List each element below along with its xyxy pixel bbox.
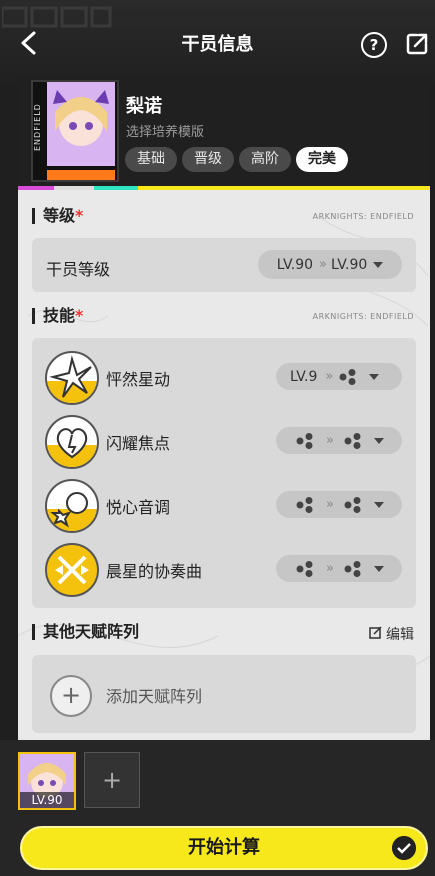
selected-operator-thumbnail[interactable]: LV.90 [18, 752, 76, 810]
add-talent-icon: + [50, 675, 92, 717]
level-card: 干员等级 LV.90 » LV.90 [32, 238, 416, 292]
operator-level-label: 干员等级 [46, 260, 111, 279]
endfield-side-label: ENDFIELD [33, 103, 42, 151]
operator-name: 梨诺 [126, 96, 162, 117]
nodes-icon [296, 560, 313, 577]
add-operator-slot[interactable]: + [84, 752, 140, 808]
portrait-accent-bar [47, 170, 115, 180]
caret-down-icon [373, 565, 384, 572]
nodes-icon [344, 496, 361, 513]
top-bar: 干员信息 ? [0, 0, 435, 86]
arrow-icon: » [319, 257, 327, 272]
operator-sheet: ENDFIELD 梨诺 选择培养模版 基础 晋级 高阶 完美 等级* ARKNI… [18, 76, 430, 752]
tab-perfect[interactable]: 完美 [296, 147, 348, 172]
skill-level-value: LV.9 [290, 368, 318, 385]
level-from: LV.90 [276, 256, 314, 273]
header-bar-cyan [94, 186, 138, 190]
nodes-icon [344, 432, 361, 449]
skill-level-select[interactable]: » [276, 491, 402, 518]
bottom-bar: LV.90 + 开始计算 [0, 740, 435, 876]
header-bar-yellow [138, 186, 430, 190]
header-bar-white [54, 186, 94, 190]
template-tabs: 基础 晋级 高阶 完美 [125, 147, 348, 172]
tab-basic[interactable]: 基础 [125, 147, 177, 172]
skill-row: 怦然星动 LV.9 » [32, 344, 416, 408]
start-calculation-button[interactable]: 开始计算 [20, 826, 428, 870]
help-icon[interactable]: ? [361, 32, 387, 58]
crossed-arrows-skill-icon [45, 543, 99, 597]
talent-section-title: 其他天赋阵列 [32, 624, 139, 640]
arrow-icon: » [326, 497, 334, 512]
tab-promotion[interactable]: 晋级 [182, 147, 234, 172]
skill-row: 闪耀焦点 » [32, 408, 416, 472]
skill-row: 悦心音调 » [32, 472, 416, 536]
level-section-title: 等级* [32, 208, 83, 224]
check-icon [392, 836, 416, 860]
nodes-icon [339, 368, 356, 385]
edit-icon [368, 626, 382, 639]
level-select[interactable]: LV.90 » LV.90 [258, 250, 402, 279]
operator-portrait-frame: ENDFIELD [31, 80, 119, 182]
skill-name: 悦心音调 [106, 498, 171, 517]
header-bar-magenta [18, 186, 54, 190]
heart-skill-icon [45, 415, 99, 469]
skill-name: 晨星的协奏曲 [106, 562, 203, 581]
thumbnail-level: LV.90 [20, 792, 74, 808]
brand-tag: ARKNIGHTS: ENDFIELD [312, 212, 414, 221]
brand-tag: ARKNIGHTS: ENDFIELD [312, 312, 414, 321]
arrow-icon: » [326, 561, 334, 576]
skill-level-select[interactable]: » [276, 427, 402, 454]
nodes-icon [296, 432, 313, 449]
operator-header: ENDFIELD 梨诺 选择培养模版 基础 晋级 高阶 完美 [18, 76, 430, 190]
skill-level-select[interactable]: » [276, 555, 402, 582]
arrow-icon: » [326, 433, 334, 448]
operator-portrait [47, 82, 115, 166]
skill-level-select[interactable]: LV.9 » [276, 363, 402, 390]
add-talent-card[interactable]: + 添加天赋阵列 [32, 655, 416, 733]
star-note-skill-icon [45, 479, 99, 533]
caret-down-icon [373, 501, 384, 508]
skill-card: 怦然星动 LV.9 » 闪耀焦点 » 悦心音调 » 晨星的协奏曲 » [32, 338, 416, 608]
skill-name: 怦然星动 [106, 370, 171, 389]
nodes-icon [296, 496, 313, 513]
edit-button[interactable]: 编辑 [368, 624, 414, 644]
starburst-skill-icon [45, 351, 99, 405]
add-talent-label: 添加天赋阵列 [106, 687, 203, 706]
skill-section-title: 技能* [32, 308, 83, 324]
external-link-icon[interactable] [405, 32, 429, 56]
skill-name: 闪耀焦点 [106, 434, 171, 453]
tab-advanced[interactable]: 高阶 [239, 147, 291, 172]
template-select-link[interactable]: 选择培养模版 [126, 121, 204, 140]
caret-down-icon [373, 261, 384, 268]
skill-row: 晨星的协奏曲 » [32, 536, 416, 600]
caret-down-icon [369, 373, 380, 380]
caret-down-icon [373, 437, 384, 444]
level-to: LV.90 [330, 256, 368, 273]
arrow-icon: » [325, 369, 333, 384]
nodes-icon [344, 560, 361, 577]
